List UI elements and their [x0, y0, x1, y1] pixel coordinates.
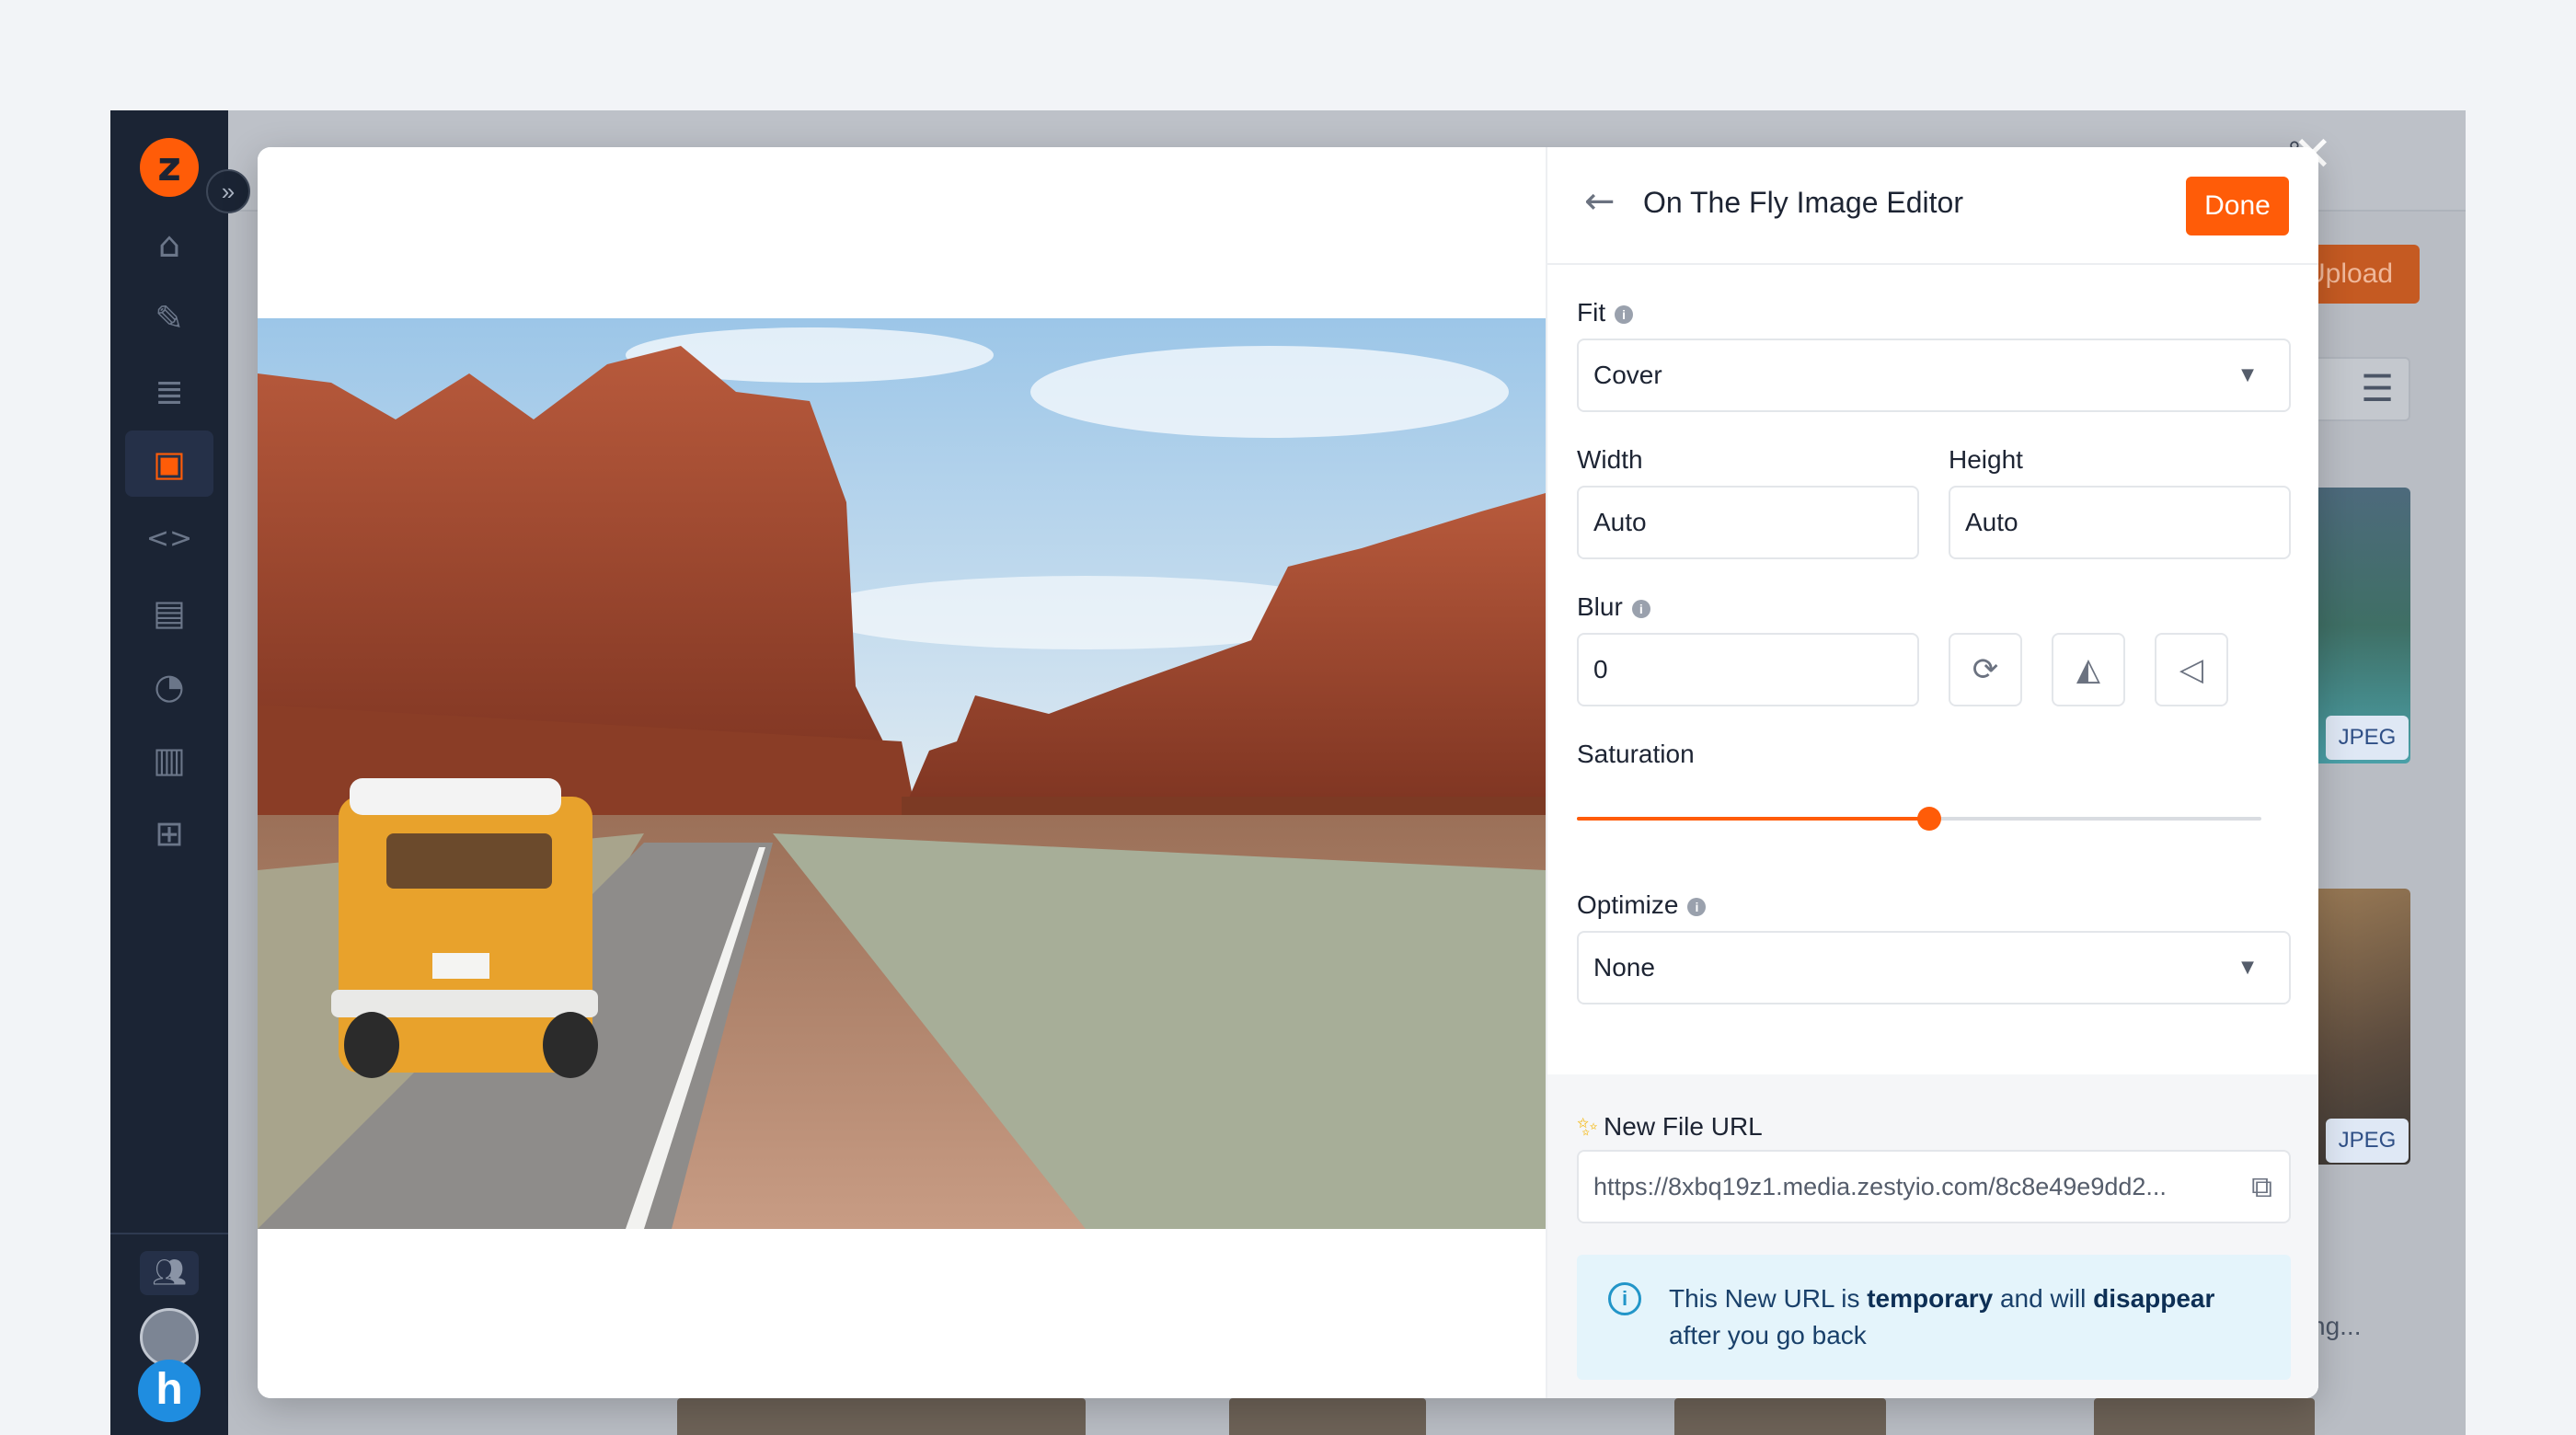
avatar[interactable] [140, 1308, 199, 1367]
blur-label-text: Blur [1577, 592, 1623, 621]
done-button[interactable]: Done [2186, 177, 2289, 235]
optimize-label-text: Optimize [1577, 890, 1679, 919]
width-input[interactable]: Auto [1577, 486, 1919, 559]
fit-select[interactable]: Cover ▼ [1577, 339, 2291, 412]
saturation-label: Saturation [1577, 740, 1695, 768]
fit-label-text: Fit [1577, 298, 1606, 327]
file-type-badge: JPEG [2326, 716, 2409, 760]
media-thumbnail[interactable] [1229, 1398, 1426, 1435]
notice-text-part: after you go back [1669, 1321, 1867, 1349]
info-icon: i [1608, 1282, 1641, 1315]
editor-header: ← On The Fly Image Editor Done [1547, 147, 2318, 265]
temporary-url-notice: i This New URL is temporary and will dis… [1577, 1255, 2291, 1380]
editor-panel: ← On The Fly Image Editor Done Fit i Cove… [1546, 147, 2318, 1398]
media-icon[interactable]: ▣ [125, 430, 213, 497]
help-icon[interactable]: h [138, 1360, 201, 1422]
back-arrow-icon[interactable]: ← [1584, 180, 1616, 223]
media-card-filename: ng... [2311, 1312, 2362, 1340]
media-thumbnail[interactable] [677, 1398, 1086, 1435]
edit-icon[interactable]: ✎ [144, 293, 195, 344]
fit-label: Fit i [1577, 298, 1634, 327]
new-url-label: ✨︎ New File URL [1577, 1111, 1763, 1142]
flip-horizontal-icon[interactable]: ◭ [2052, 633, 2125, 706]
database-icon[interactable]: ≣ [144, 366, 195, 418]
reports-icon[interactable]: ▤ [144, 587, 195, 638]
saturation-slider[interactable] [1577, 807, 2261, 831]
sparkle-icon: ✨︎ [1577, 1111, 1599, 1142]
file-type-badge: JPEG [2326, 1119, 2409, 1163]
media-thumbnail[interactable] [1674, 1398, 1886, 1435]
logo[interactable]: z [140, 138, 199, 197]
analytics-icon[interactable]: ◔ [144, 660, 195, 712]
home-icon[interactable]: ⌂ [144, 219, 195, 270]
height-label: Height [1949, 445, 2023, 474]
width-label: Width [1577, 445, 1643, 474]
optimize-select[interactable]: None ▼ [1577, 931, 2291, 1004]
info-icon[interactable]: i [1615, 304, 1634, 324]
chevron-down-icon: ▼ [2241, 365, 2254, 385]
sidebar: z ⌂ ✎ ≣ ▣ <> ▤ ◔ ▥ ⊞ 👥︎ h [110, 110, 228, 1435]
height-value: Auto [1965, 508, 2018, 536]
blur-input[interactable]: 0 [1577, 633, 1919, 706]
image-preview-area [258, 147, 1546, 1398]
saturation-slider-thumb[interactable] [1917, 807, 1942, 831]
notice-text-bold: disappear [2093, 1284, 2215, 1313]
editor-title: On The Fly Image Editor [1643, 186, 1963, 219]
sidebar-divider [110, 1233, 228, 1234]
image-editor-modal: ← On The Fly Image Editor Done Fit i Cove… [258, 147, 2318, 1398]
flip-vertical-icon[interactable]: ◁ [2155, 633, 2228, 706]
media-thumbnail[interactable] [2094, 1398, 2315, 1435]
saturation-slider-fill [1577, 817, 1930, 821]
code-icon[interactable]: <> [144, 513, 195, 565]
rotate-icon[interactable]: ⟳ [1949, 633, 2022, 706]
bar-chart-icon[interactable]: ▥ [144, 734, 195, 786]
blur-value: 0 [1593, 655, 1608, 683]
optimize-value: None [1593, 953, 1655, 982]
notice-text-part: This New URL is [1669, 1284, 1868, 1313]
image-preview [258, 318, 1546, 1229]
new-url-section: ✨︎ New File URL https://8xbq19z1.media.ze… [1547, 1074, 2318, 1398]
height-input[interactable]: Auto [1949, 486, 2291, 559]
new-url-value: https://8xbq19z1.media.zestyio.com/8c8e4… [1593, 1173, 2167, 1200]
notice-text-part: and will [1993, 1284, 2094, 1313]
info-icon[interactable]: i [1687, 897, 1707, 916]
blur-label: Blur i [1577, 592, 1650, 622]
invite-user-icon[interactable]: 👥︎ [140, 1251, 199, 1295]
chevron-down-icon: ▼ [2241, 958, 2254, 977]
expand-sidebar-icon[interactable]: » [206, 169, 250, 213]
fit-value: Cover [1593, 361, 1662, 389]
new-url-label-text: New File URL [1604, 1112, 1763, 1141]
info-icon[interactable]: i [1631, 599, 1650, 618]
copy-icon[interactable]: ⧉ [2251, 1152, 2272, 1222]
notice-text-bold: temporary [1867, 1284, 1994, 1313]
optimize-label: Optimize i [1577, 890, 1707, 920]
width-value: Auto [1593, 508, 1647, 536]
notice-text: This New URL is temporary and will disap… [1669, 1280, 2258, 1354]
add-icon[interactable]: ⊞ [144, 808, 195, 859]
new-url-field[interactable]: https://8xbq19z1.media.zestyio.com/8c8e4… [1577, 1150, 2291, 1223]
